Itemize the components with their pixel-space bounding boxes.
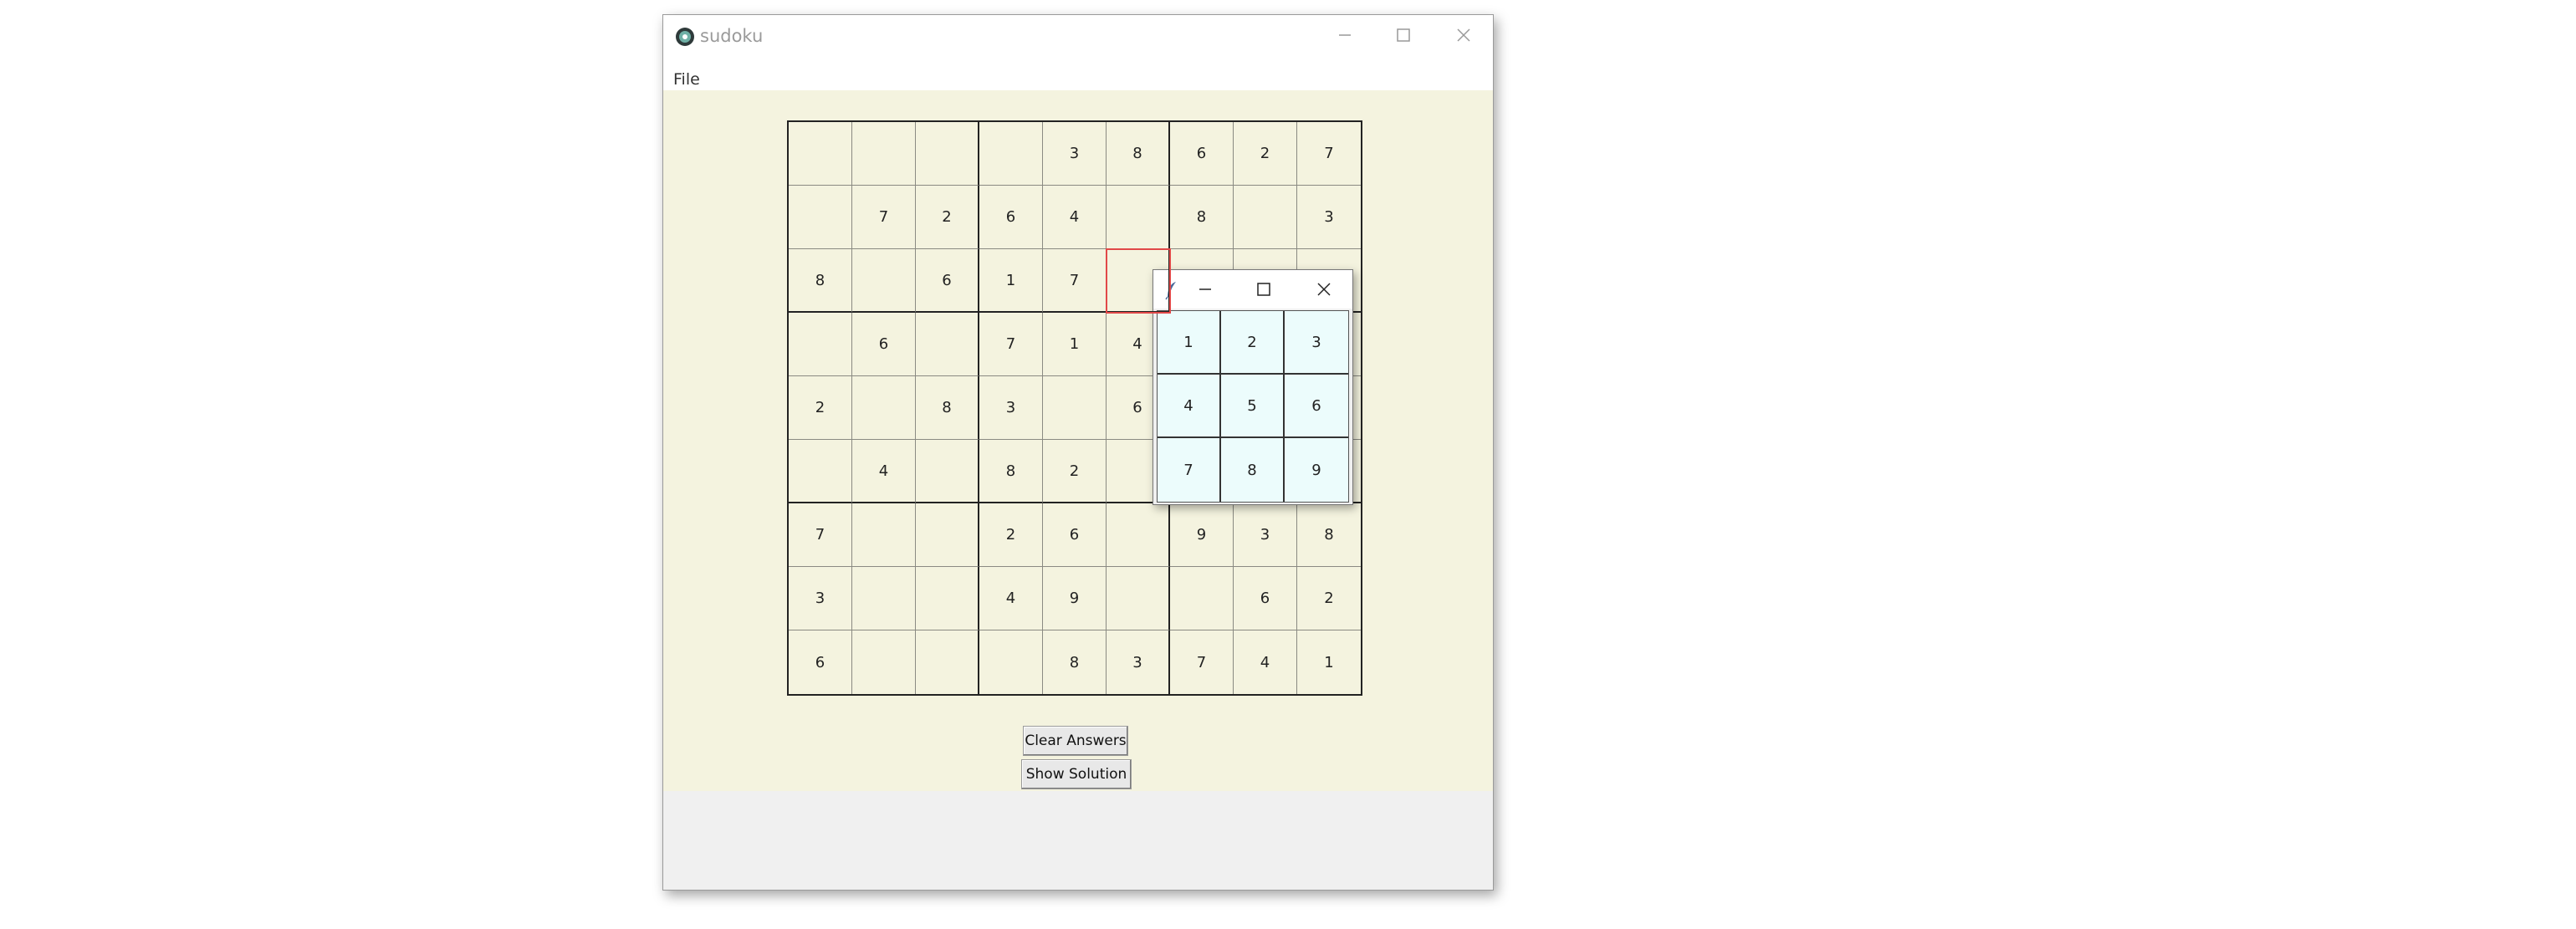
- picker-title-bar[interactable]: [1153, 270, 1352, 309]
- minimize-button[interactable]: [1316, 15, 1374, 55]
- picker-number-button[interactable]: 6: [1285, 375, 1348, 438]
- sudoku-cell[interactable]: [852, 567, 916, 630]
- sudoku-cell[interactable]: 3: [1043, 122, 1107, 186]
- sudoku-cell[interactable]: 6: [1170, 122, 1234, 186]
- sudoku-cell[interactable]: 7: [979, 313, 1043, 376]
- picker-number-button[interactable]: 2: [1221, 311, 1285, 375]
- sudoku-cell[interactable]: [916, 122, 979, 186]
- sudoku-cell[interactable]: [916, 503, 979, 567]
- sudoku-cell[interactable]: 9: [1170, 503, 1234, 567]
- sudoku-cell[interactable]: 8: [789, 249, 852, 313]
- window-title: sudoku: [700, 26, 764, 46]
- sudoku-cell[interactable]: 4: [1043, 186, 1107, 249]
- sudoku-cell[interactable]: [979, 630, 1043, 694]
- sudoku-cell[interactable]: 7: [1043, 249, 1107, 313]
- sudoku-cell[interactable]: [1170, 567, 1234, 630]
- sudoku-cell[interactable]: 6: [1043, 503, 1107, 567]
- picker-number-button[interactable]: 3: [1285, 311, 1348, 375]
- sudoku-cell[interactable]: [1234, 186, 1297, 249]
- sudoku-cell[interactable]: [789, 186, 852, 249]
- sudoku-cell[interactable]: 2: [1043, 440, 1107, 503]
- sudoku-cell[interactable]: [1107, 186, 1170, 249]
- menu-bar: File: [663, 65, 1493, 90]
- menu-file[interactable]: File: [673, 70, 700, 89]
- sudoku-cell[interactable]: 9: [1043, 567, 1107, 630]
- maximize-icon: [1257, 283, 1270, 296]
- sudoku-cell[interactable]: 8: [1297, 503, 1361, 567]
- picker-close-button[interactable]: [1306, 270, 1342, 309]
- maximize-button[interactable]: [1374, 15, 1433, 55]
- sudoku-cell[interactable]: [916, 567, 979, 630]
- sudoku-cell[interactable]: 4: [1234, 630, 1297, 694]
- sudoku-window: sudoku File 3862772648386179567142836482…: [662, 14, 1494, 891]
- sudoku-cell[interactable]: [1106, 248, 1171, 314]
- picker-maximize-button[interactable]: [1245, 270, 1282, 309]
- minimize-icon: [1339, 34, 1351, 36]
- app-icon: [676, 28, 694, 46]
- sudoku-cell[interactable]: 2: [1234, 122, 1297, 186]
- sudoku-cell[interactable]: 8: [1107, 122, 1170, 186]
- sudoku-cell[interactable]: 1: [1297, 630, 1361, 694]
- sudoku-cell[interactable]: 6: [789, 630, 852, 694]
- sudoku-cell[interactable]: 3: [1297, 186, 1361, 249]
- number-picker-window: 123 456 789: [1153, 269, 1353, 505]
- sudoku-cell[interactable]: 6: [1234, 567, 1297, 630]
- sudoku-cell[interactable]: [1107, 503, 1170, 567]
- number-picker-grid: 123 456 789: [1157, 310, 1349, 503]
- sudoku-cell[interactable]: [916, 630, 979, 694]
- picker-number-button[interactable]: 8: [1221, 438, 1285, 502]
- sudoku-cell[interactable]: 3: [1234, 503, 1297, 567]
- sudoku-cell[interactable]: 4: [979, 567, 1043, 630]
- sudoku-cell[interactable]: [852, 503, 916, 567]
- sudoku-cell[interactable]: [789, 122, 852, 186]
- sudoku-cell[interactable]: 6: [979, 186, 1043, 249]
- picker-number-button[interactable]: 9: [1285, 438, 1348, 502]
- sudoku-cell[interactable]: 3: [789, 567, 852, 630]
- sudoku-cell[interactable]: [1107, 567, 1170, 630]
- picker-minimize-button[interactable]: [1187, 270, 1224, 309]
- board-area: 3862772648386179567142836482726938349626…: [663, 90, 1493, 791]
- sudoku-cell[interactable]: [852, 249, 916, 313]
- sudoku-cell[interactable]: 8: [979, 440, 1043, 503]
- minimize-icon: [1199, 288, 1211, 290]
- close-button[interactable]: [1434, 15, 1493, 55]
- sudoku-cell[interactable]: [916, 440, 979, 503]
- sudoku-cell[interactable]: [852, 376, 916, 440]
- sudoku-cell[interactable]: 3: [979, 376, 1043, 440]
- maximize-icon: [1397, 28, 1410, 42]
- picker-number-button[interactable]: 7: [1158, 438, 1221, 502]
- sudoku-cell[interactable]: [1043, 376, 1107, 440]
- sudoku-cell[interactable]: 2: [789, 376, 852, 440]
- sudoku-cell[interactable]: [852, 630, 916, 694]
- sudoku-cell[interactable]: 7: [1297, 122, 1361, 186]
- picker-number-button[interactable]: 1: [1158, 311, 1221, 375]
- sudoku-cell[interactable]: 1: [979, 249, 1043, 313]
- sudoku-cell[interactable]: 6: [916, 249, 979, 313]
- sudoku-cell[interactable]: [852, 122, 916, 186]
- sudoku-cell[interactable]: 2: [1297, 567, 1361, 630]
- close-icon: [1317, 283, 1331, 296]
- sudoku-cell[interactable]: 8: [1043, 630, 1107, 694]
- sudoku-cell[interactable]: 2: [916, 186, 979, 249]
- sudoku-cell[interactable]: 1: [1043, 313, 1107, 376]
- show-solution-button[interactable]: Show Solution: [1021, 759, 1132, 789]
- sudoku-cell[interactable]: 3: [1107, 630, 1170, 694]
- sudoku-cell[interactable]: 7: [1170, 630, 1234, 694]
- sudoku-cell[interactable]: 6: [852, 313, 916, 376]
- sudoku-cell[interactable]: 7: [852, 186, 916, 249]
- sudoku-cell[interactable]: [916, 313, 979, 376]
- title-bar[interactable]: sudoku: [663, 15, 1493, 65]
- sudoku-cell[interactable]: 7: [789, 503, 852, 567]
- sudoku-cell[interactable]: [789, 440, 852, 503]
- sudoku-cell[interactable]: 4: [852, 440, 916, 503]
- picker-number-button[interactable]: 4: [1158, 375, 1221, 438]
- sudoku-cell[interactable]: [979, 122, 1043, 186]
- close-icon: [1457, 28, 1470, 42]
- sudoku-cell[interactable]: 8: [916, 376, 979, 440]
- sudoku-cell[interactable]: [789, 313, 852, 376]
- clear-answers-button[interactable]: Clear Answers: [1023, 726, 1128, 756]
- sudoku-cell[interactable]: 8: [1170, 186, 1234, 249]
- sudoku-cell[interactable]: 2: [979, 503, 1043, 567]
- picker-number-button[interactable]: 5: [1221, 375, 1285, 438]
